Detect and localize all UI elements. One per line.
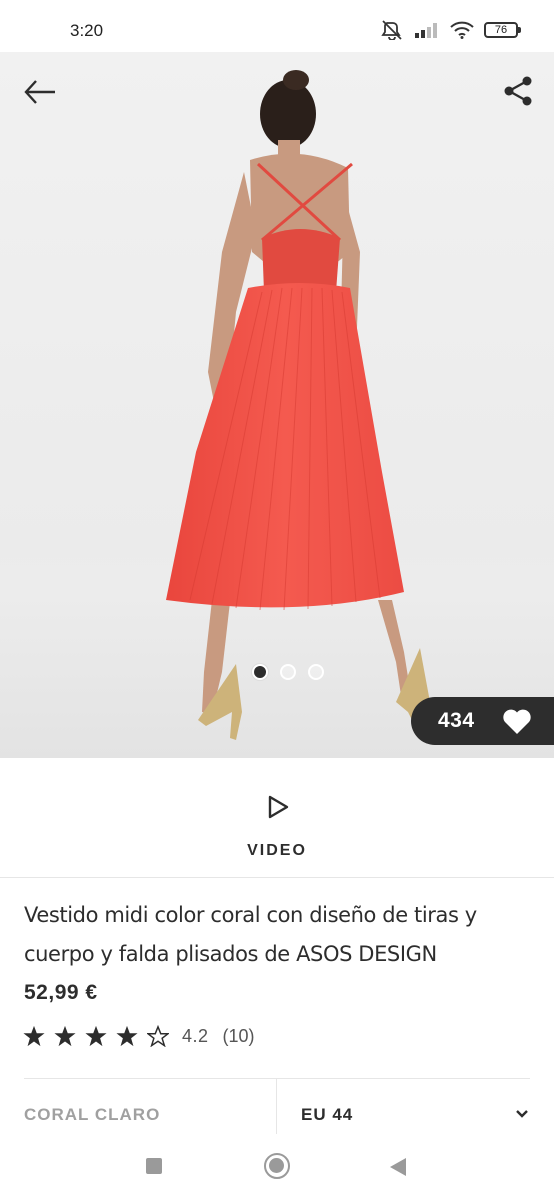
chevron-down-icon bbox=[516, 1110, 528, 1118]
carousel-dot[interactable] bbox=[308, 664, 324, 680]
status-bar: 3:20 76 bbox=[0, 0, 554, 52]
status-icons: 76 bbox=[380, 20, 521, 40]
carousel-indicator bbox=[252, 664, 324, 680]
carousel-dot-active[interactable] bbox=[252, 664, 268, 680]
back-arrow-icon[interactable] bbox=[22, 78, 58, 106]
star-filled-icon bbox=[23, 1025, 45, 1047]
star-outline-icon bbox=[147, 1025, 169, 1047]
color-label: CORAL CLARO bbox=[24, 1079, 277, 1134]
product-title: Vestido midi color coral con diseño de t… bbox=[24, 903, 477, 966]
signal-icon bbox=[415, 23, 437, 38]
recents-button[interactable] bbox=[146, 1158, 162, 1174]
star-filled-icon bbox=[54, 1025, 76, 1047]
play-icon bbox=[268, 795, 289, 819]
home-button[interactable] bbox=[264, 1153, 290, 1179]
star-filled-icon bbox=[116, 1025, 138, 1047]
star-filled-icon bbox=[85, 1025, 107, 1047]
battery-icon: 76 bbox=[484, 22, 521, 38]
save-for-later-button[interactable]: 434 bbox=[411, 697, 554, 745]
wifi-icon bbox=[450, 21, 474, 39]
video-button[interactable]: VIDEO bbox=[0, 758, 554, 878]
status-time: 3:20 bbox=[70, 21, 104, 40]
back-triangle-icon[interactable] bbox=[389, 1157, 407, 1177]
save-count: 434 bbox=[438, 709, 475, 732]
system-nav-bar bbox=[0, 1134, 554, 1200]
battery-level: 76 bbox=[494, 24, 508, 36]
size-dropdown[interactable]: EU 44 bbox=[277, 1079, 530, 1134]
product-price: 52,99 € bbox=[24, 981, 98, 1004]
variant-selectors: CORAL CLARO EU 44 bbox=[24, 1078, 530, 1134]
carousel-dot[interactable] bbox=[280, 664, 296, 680]
share-icon[interactable] bbox=[502, 74, 536, 108]
video-label: VIDEO bbox=[247, 842, 307, 859]
size-value: EU 44 bbox=[301, 1105, 354, 1124]
mute-icon bbox=[381, 20, 402, 40]
heart-icon bbox=[503, 709, 531, 734]
rating-value: 4.2 bbox=[182, 1025, 209, 1046]
rating-count: (10) bbox=[222, 1025, 255, 1046]
product-photo bbox=[0, 70, 554, 758]
product-image-carousel[interactable]: 434 bbox=[0, 52, 554, 758]
product-rating[interactable]: 4.2 (10) bbox=[23, 1025, 255, 1047]
